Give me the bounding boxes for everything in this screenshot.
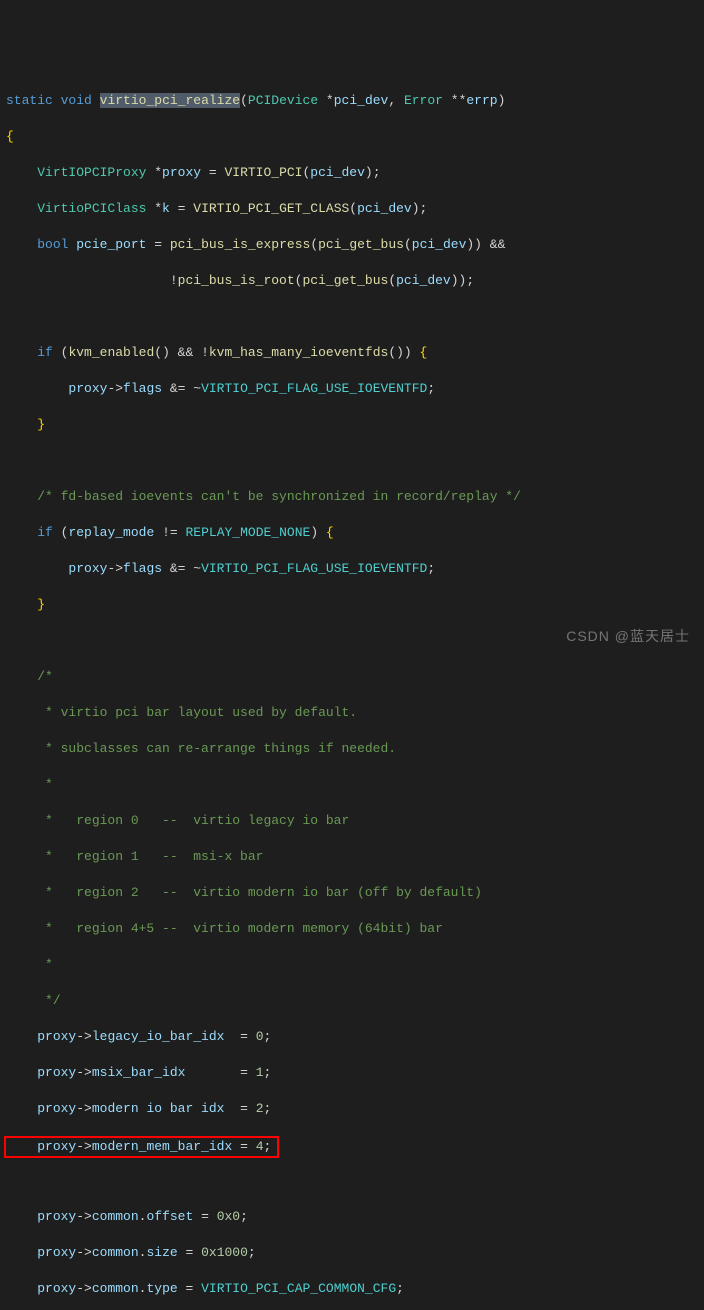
code-line: }: [2, 596, 704, 614]
code-line: VirtioPCIClass *k = VIRTIO_PCI_GET_CLASS…: [2, 200, 704, 218]
red-highlight-box: proxy->modern_mem_bar_idx = 4;: [4, 1136, 279, 1158]
highlighted-line: proxy->modern_mem_bar_idx = 4;: [2, 1136, 704, 1154]
code-line: * region 4+5 -- virtio modern memory (64…: [2, 920, 704, 938]
code-editor: static void virtio_pci_realize(PCIDevice…: [0, 72, 704, 1310]
code-line: */: [2, 992, 704, 1010]
code-line: proxy->legacy_io_bar_idx = 0;: [2, 1028, 704, 1046]
code-line: proxy->common.size = 0x1000;: [2, 1244, 704, 1262]
code-line: *: [2, 776, 704, 794]
code-line: proxy->modern io bar idx = 2;: [2, 1100, 704, 1118]
code-line: bool pcie_port = pci_bus_is_express(pci_…: [2, 236, 704, 254]
code-line: /* fd-based ioevents can't be synchroniz…: [2, 488, 704, 506]
code-line: VirtIOPCIProxy *proxy = VIRTIO_PCI(pci_d…: [2, 164, 704, 182]
code-line: [2, 452, 704, 470]
watermark: CSDN @蓝天居士: [566, 627, 690, 645]
code-line: !pci_bus_is_root(pci_get_bus(pci_dev));: [2, 272, 704, 290]
code-line: *: [2, 956, 704, 974]
code-line: static void virtio_pci_realize(PCIDevice…: [2, 92, 704, 110]
code-line: proxy->common.type = VIRTIO_PCI_CAP_COMM…: [2, 1280, 704, 1298]
code-line: }: [2, 416, 704, 434]
code-line: if (replay_mode != REPLAY_MODE_NONE) {: [2, 524, 704, 542]
code-line: proxy->msix_bar_idx = 1;: [2, 1064, 704, 1082]
code-line: * subclasses can re-arrange things if ne…: [2, 740, 704, 758]
code-line: * region 0 -- virtio legacy io bar: [2, 812, 704, 830]
code-line: proxy->flags &= ~VIRTIO_PCI_FLAG_USE_IOE…: [2, 380, 704, 398]
code-line: proxy->common.offset = 0x0;: [2, 1208, 704, 1226]
highlighted-fn: virtio_pci_realize: [100, 93, 240, 108]
code-line: /*: [2, 668, 704, 686]
code-line: * region 1 -- msi-x bar: [2, 848, 704, 866]
code-line: if (kvm_enabled() && !kvm_has_many_ioeve…: [2, 344, 704, 362]
code-line: [2, 308, 704, 326]
code-line: {: [2, 128, 704, 146]
code-line: * virtio pci bar layout used by default.: [2, 704, 704, 722]
code-line: [2, 1172, 704, 1190]
code-line: * region 2 -- virtio modern io bar (off …: [2, 884, 704, 902]
code-line: proxy->flags &= ~VIRTIO_PCI_FLAG_USE_IOE…: [2, 560, 704, 578]
